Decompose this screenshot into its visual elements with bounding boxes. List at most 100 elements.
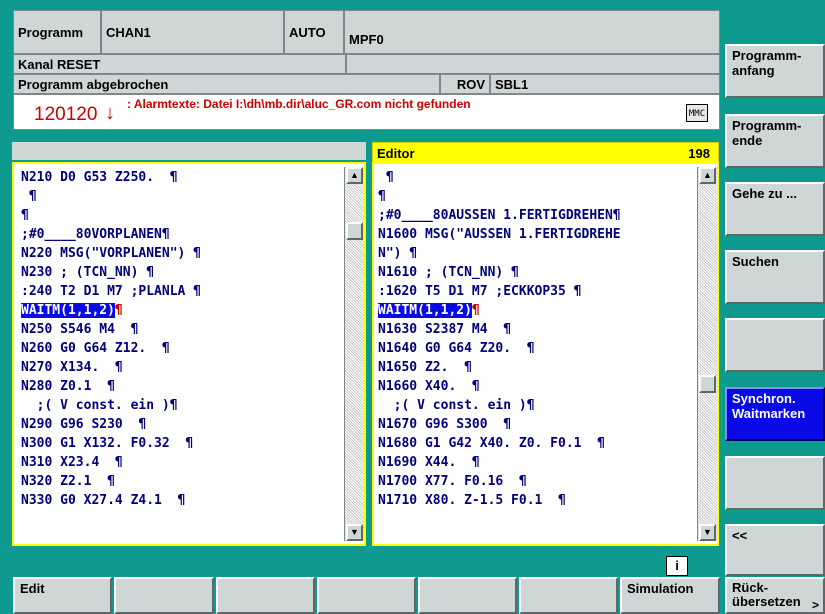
softkey-search[interactable]: Suchen bbox=[725, 250, 825, 304]
waitmark-highlight: WAITM(1,1,2) bbox=[21, 303, 115, 318]
softkey-goto[interactable]: Gehe zu ... bbox=[725, 182, 825, 236]
code-line[interactable]: N330 G0 X27.4 Z4.1 ¶ bbox=[21, 491, 341, 510]
softkey-recompile[interactable]: Rück- übersetzen bbox=[725, 577, 825, 614]
softkey-simulation[interactable]: Simulation bbox=[620, 577, 720, 614]
left-scrollbar[interactable]: ▲ ▼ bbox=[344, 167, 364, 541]
softkey-program-start[interactable]: Programm- anfang bbox=[725, 44, 825, 98]
code-text: ¶ bbox=[21, 208, 29, 223]
code-text: N210 D0 G53 Z250. ¶ bbox=[21, 170, 178, 185]
scroll-thumb[interactable] bbox=[346, 222, 363, 240]
code-line[interactable]: N310 X23.4 ¶ bbox=[21, 453, 341, 472]
code-line[interactable]: ;#0____80AUSSEN 1.FERTIGDREHEN¶ bbox=[378, 206, 700, 225]
editor-title-bar: Editor 198 bbox=[372, 142, 719, 164]
scroll-down-icon[interactable]: ▼ bbox=[699, 524, 716, 541]
editor-line-count: 198 bbox=[688, 146, 710, 161]
code-line[interactable]: ;( V const. ein )¶ bbox=[21, 396, 341, 415]
code-text: N1660 X40. ¶ bbox=[378, 379, 480, 394]
alarm-number: 120120 bbox=[34, 104, 98, 125]
code-text: N320 Z2.1 ¶ bbox=[21, 474, 115, 489]
area-label: Programm bbox=[13, 10, 101, 54]
code-text: N1690 X44. ¶ bbox=[378, 455, 480, 470]
vertical-softkey-bar: Programm- anfang Programm- ende Gehe zu … bbox=[722, 0, 825, 576]
code-text: :1620 T5 D1 M7 ;ECKKOP35 ¶ bbox=[378, 284, 582, 299]
code-line[interactable]: N210 D0 G53 Z250. ¶ bbox=[21, 168, 341, 187]
softkey-empty-1[interactable] bbox=[725, 318, 825, 372]
softkey-h4[interactable] bbox=[317, 577, 416, 614]
rov-indicator: ROV bbox=[440, 74, 490, 94]
code-line[interactable]: ¶ bbox=[378, 168, 700, 187]
code-line[interactable]: N1630 S2387 M4 ¶ bbox=[378, 320, 700, 339]
code-text: N1650 Z2. ¶ bbox=[378, 360, 472, 375]
softkey-h3[interactable] bbox=[216, 577, 315, 614]
code-text: ¶ bbox=[21, 189, 37, 204]
code-text: ;#0____80AUSSEN 1.FERTIGDREHEN¶ bbox=[378, 208, 621, 223]
code-text: N260 G0 G64 Z12. ¶ bbox=[21, 341, 170, 356]
code-line[interactable]: WAITM(1,1,2)¶ bbox=[21, 301, 341, 320]
code-line[interactable]: N1680 G1 G42 X40. Z0. F0.1 ¶ bbox=[378, 434, 700, 453]
code-text: N1680 G1 G42 X40. Z0. F0.1 ¶ bbox=[378, 436, 605, 451]
operating-mode: AUTO bbox=[284, 10, 344, 54]
code-text: N270 X134. ¶ bbox=[21, 360, 123, 375]
right-code-listing[interactable]: ¶ ¶ ;#0____80AUSSEN 1.FERTIGDREHEN¶ N1600 M… bbox=[378, 168, 700, 510]
code-line[interactable]: N270 X134. ¶ bbox=[21, 358, 341, 377]
softkey-program-end[interactable]: Programm- ende bbox=[725, 114, 825, 168]
softkey-h5[interactable] bbox=[418, 577, 517, 614]
code-line[interactable]: N1700 X77. F0.16 ¶ bbox=[378, 472, 700, 491]
channel-name: CHAN1 bbox=[101, 10, 284, 54]
code-text: N230 ; (TCN_NN) ¶ bbox=[21, 265, 155, 280]
code-text: N") ¶ bbox=[378, 246, 418, 261]
softkey-back[interactable]: << bbox=[725, 524, 825, 576]
code-line[interactable]: N220 MSG("VORPLANEN") ¶ bbox=[21, 244, 341, 263]
code-line[interactable]: ;( V const. ein )¶ bbox=[378, 396, 700, 415]
code-line[interactable]: N1640 G0 G64 Z20. ¶ bbox=[378, 339, 700, 358]
softkey-edit[interactable]: Edit bbox=[13, 577, 112, 614]
scroll-down-icon[interactable]: ▼ bbox=[346, 524, 363, 541]
code-line[interactable]: ¶ bbox=[378, 187, 700, 206]
code-line[interactable]: N1670 G96 S300 ¶ bbox=[378, 415, 700, 434]
code-line[interactable]: N1660 X40. ¶ bbox=[378, 377, 700, 396]
scroll-thumb[interactable] bbox=[699, 375, 716, 393]
code-line[interactable]: N300 G1 X132. F0.32 ¶ bbox=[21, 434, 341, 453]
softkey-h6[interactable] bbox=[519, 577, 618, 614]
code-line[interactable]: N280 Z0.1 ¶ bbox=[21, 377, 341, 396]
right-code-pane[interactable]: ¶ ¶ ;#0____80AUSSEN 1.FERTIGDREHEN¶ N1600 M… bbox=[372, 162, 719, 546]
code-line[interactable]: :1620 T5 D1 M7 ;ECKKOP35 ¶ bbox=[378, 282, 700, 301]
left-code-listing[interactable]: N210 D0 G53 Z250. ¶ ¶ ¶ ;#0____80VORPLANEN… bbox=[21, 168, 341, 510]
extend-arrow-icon: > bbox=[812, 598, 820, 612]
code-line[interactable]: N250 S546 M4 ¶ bbox=[21, 320, 341, 339]
code-text: N1640 G0 G64 Z20. ¶ bbox=[378, 341, 535, 356]
softkey-empty-2[interactable] bbox=[725, 456, 825, 510]
code-text: N1670 G96 S300 ¶ bbox=[378, 417, 512, 432]
code-line[interactable]: :240 T2 D1 M7 ;PLANLA ¶ bbox=[21, 282, 341, 301]
code-line[interactable]: N1710 X80. Z-1.5 F0.1 ¶ bbox=[378, 491, 700, 510]
left-pane-header bbox=[12, 142, 366, 160]
code-line[interactable]: N1610 ; (TCN_NN) ¶ bbox=[378, 263, 700, 282]
mmc-icon[interactable]: MMC bbox=[686, 104, 708, 122]
code-line[interactable]: N1690 X44. ¶ bbox=[378, 453, 700, 472]
code-line[interactable]: ¶ bbox=[21, 187, 341, 206]
code-line[interactable]: N1600 MSG("AUSSEN 1.FERTIGDREHE bbox=[378, 225, 700, 244]
right-scrollbar[interactable]: ▲ ▼ bbox=[697, 167, 717, 541]
code-text: N280 Z0.1 ¶ bbox=[21, 379, 115, 394]
scroll-up-icon[interactable]: ▲ bbox=[699, 167, 716, 184]
softkey-h2[interactable] bbox=[114, 577, 214, 614]
left-code-pane[interactable]: N210 D0 G53 Z250. ¶ ¶ ¶ ;#0____80VORPLANEN… bbox=[12, 162, 366, 546]
code-text: N1610 ; (TCN_NN) ¶ bbox=[378, 265, 519, 280]
code-line[interactable]: N320 Z2.1 ¶ bbox=[21, 472, 341, 491]
softkey-sync-waitmarks[interactable]: Synchron. Waitmarken bbox=[725, 387, 825, 441]
code-line[interactable]: WAITM(1,1,2)¶ bbox=[378, 301, 700, 320]
scroll-up-icon[interactable]: ▲ bbox=[346, 167, 363, 184]
code-text: N1700 X77. F0.16 ¶ bbox=[378, 474, 527, 489]
code-line[interactable]: N230 ; (TCN_NN) ¶ bbox=[21, 263, 341, 282]
code-line[interactable]: ¶ bbox=[21, 206, 341, 225]
code-line[interactable]: N") ¶ bbox=[378, 244, 700, 263]
code-text: ¶ bbox=[378, 170, 394, 185]
code-line[interactable]: N290 G96 S230 ¶ bbox=[21, 415, 341, 434]
code-text: N300 G1 X132. F0.32 ¶ bbox=[21, 436, 194, 451]
code-line[interactable]: N1650 Z2. ¶ bbox=[378, 358, 700, 377]
editor-title: Editor bbox=[377, 146, 415, 161]
code-line[interactable]: ;#0____80VORPLANEN¶ bbox=[21, 225, 341, 244]
code-line[interactable]: N260 G0 G64 Z12. ¶ bbox=[21, 339, 341, 358]
info-icon[interactable]: i bbox=[666, 556, 688, 576]
code-text: N1710 X80. Z-1.5 F0.1 ¶ bbox=[378, 493, 566, 508]
